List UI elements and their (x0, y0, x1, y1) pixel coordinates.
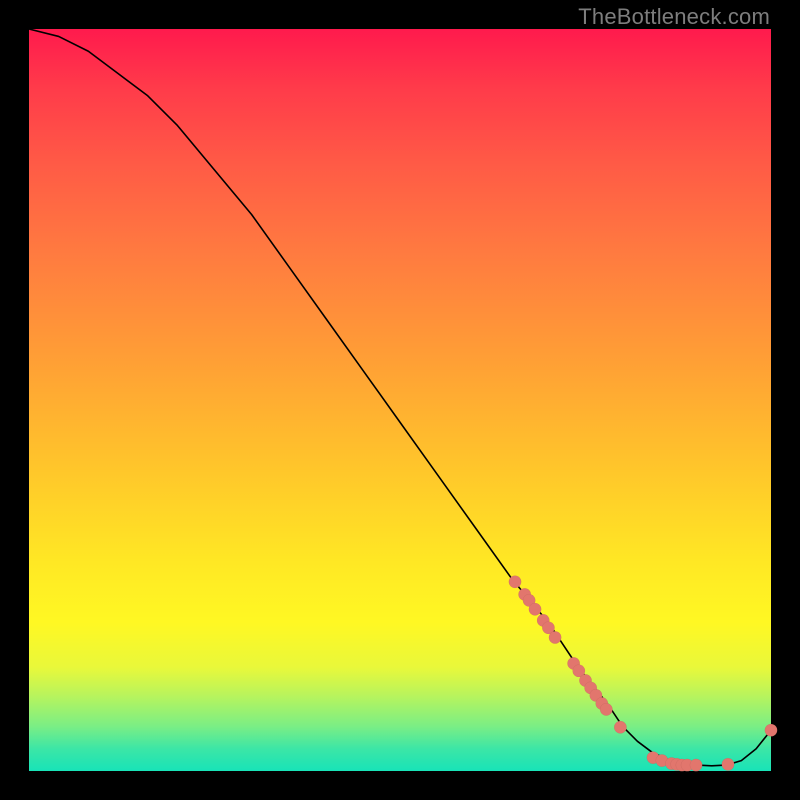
data-point (690, 759, 702, 771)
data-point (529, 603, 541, 615)
data-points (509, 576, 777, 772)
data-point (509, 576, 521, 588)
data-curve (29, 29, 771, 766)
watermark-text: TheBottleneck.com (578, 4, 770, 30)
data-point (614, 721, 626, 733)
chart-frame: TheBottleneck.com (0, 0, 800, 800)
data-point (549, 631, 561, 643)
data-point (600, 703, 612, 715)
chart-overlay (29, 29, 771, 771)
data-point (722, 758, 734, 770)
data-point (765, 724, 777, 736)
